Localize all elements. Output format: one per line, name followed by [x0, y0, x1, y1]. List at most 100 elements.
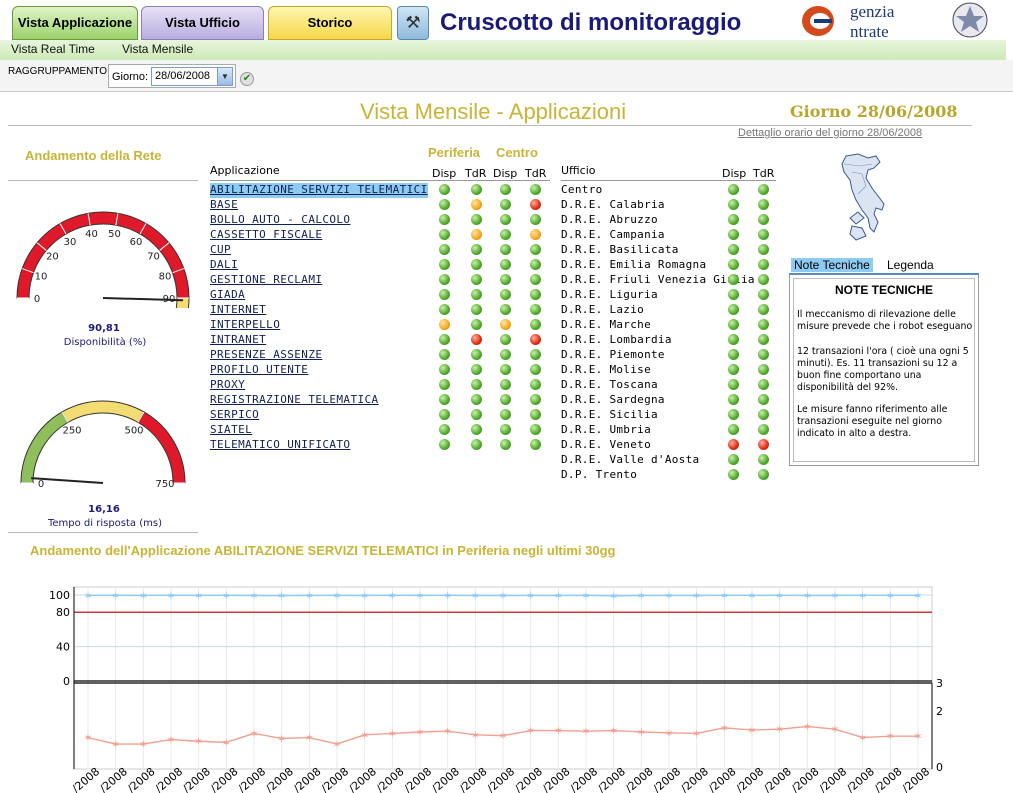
col-applicazione: Applicazione: [210, 164, 280, 177]
tab-note-tecniche[interactable]: Note Tecniche: [791, 258, 873, 272]
status-indicator: [758, 409, 769, 420]
application-link[interactable]: PROFILO UTENTE: [210, 363, 308, 378]
response-point: ✶: [775, 723, 784, 736]
application-link[interactable]: INTERNET: [210, 303, 266, 318]
status-indicator: [439, 394, 450, 405]
availability-point: ✶: [111, 589, 120, 602]
divider: [8, 532, 198, 533]
status-indicator: [758, 394, 769, 405]
response-point: ✶: [222, 736, 231, 749]
application-link[interactable]: INTERPELLO: [210, 318, 280, 333]
trend-chart: 0 40 80 100 ✶ ✶ ✶ ✶ ✶ ✶ ✶ ✶ ✶ ✶ ✶ ✶ ✶ ✶ ✶ ✶ ✶ ✶ ✶ ✶ ✶ ✶ ✶ ✶ ✶ ✶ ✶ ✶ ✶ ✶ ✶ 0…: [49, 586, 943, 793]
tab-vista-ufficio[interactable]: Vista Ufficio: [141, 6, 264, 40]
status-indicator: [439, 319, 450, 330]
application-link[interactable]: ABILITAZIONE SERVIZI TELEMATICI: [210, 183, 428, 198]
status-indicator: [728, 199, 739, 210]
application-link[interactable]: GIADA: [210, 288, 245, 303]
availability-point: ✶: [83, 589, 92, 602]
status-indicator: [471, 394, 482, 405]
availability-point: ✶: [830, 589, 839, 602]
application-link[interactable]: SIATEL: [210, 423, 252, 438]
availability-point: ✶: [526, 589, 535, 602]
status-indicator: [728, 319, 739, 330]
status-indicator: [471, 259, 482, 270]
status-indicator: [530, 349, 541, 360]
response-time-label: Tempo di risposta (ms): [47, 518, 162, 529]
status-indicator: [728, 424, 739, 435]
status-indicator: [530, 439, 541, 450]
status-indicator: [471, 244, 482, 255]
confirm-check-icon[interactable]: ✔: [240, 72, 254, 86]
status-indicator: [439, 214, 450, 225]
tools-button[interactable]: ⚒: [397, 6, 429, 40]
application-link[interactable]: CASSETTO FISCALE: [210, 228, 322, 243]
status-indicator: [471, 349, 482, 360]
application-link[interactable]: SERPICO: [210, 408, 259, 423]
subnav-mensile[interactable]: Vista Mensile: [122, 42, 193, 56]
col-tdr-ufficio: TdR: [753, 167, 775, 180]
application-link[interactable]: INTRANET: [210, 333, 266, 348]
gauge-tick-label: 50: [108, 229, 121, 240]
application-link[interactable]: BOLLO AUTO - CALCOLO: [210, 213, 350, 228]
status-indicator: [728, 454, 739, 465]
office-name: D.R.E. Basilicata: [561, 243, 679, 256]
application-link[interactable]: PRESENZE ASSENZE: [210, 348, 322, 363]
status-indicator: [439, 379, 450, 390]
status-indicator: [439, 184, 450, 195]
availability-point: ✶: [554, 590, 563, 603]
chevron-down-icon[interactable]: ▼: [217, 68, 232, 85]
status-indicator: [728, 184, 739, 195]
status-indicator: [439, 274, 450, 285]
col-disp-periferia: Disp: [432, 167, 457, 180]
application-link[interactable]: GESTIONE RECLAMI: [210, 273, 322, 288]
availability-point: ✶: [166, 589, 175, 602]
response-point: ✶: [830, 723, 839, 736]
tab-storico[interactable]: Storico: [268, 6, 392, 40]
status-indicator: [530, 244, 541, 255]
status-indicator: [728, 274, 739, 285]
application-link[interactable]: DALI: [210, 258, 238, 273]
gauge-band: [16, 211, 190, 299]
status-indicator: [500, 274, 511, 285]
divider: [561, 180, 776, 181]
response-point: ✶: [609, 725, 618, 738]
status-indicator: [728, 379, 739, 390]
status-indicator: [471, 274, 482, 285]
application-link[interactable]: TELEMATICO UNIFICATO: [210, 438, 350, 453]
status-indicator: [728, 244, 739, 255]
app-title: Cruscotto di monitoraggio: [440, 9, 742, 36]
day-title: Giorno 28/06/2008: [790, 102, 958, 121]
response-point: ✶: [388, 727, 397, 740]
response-point: ✶: [249, 727, 258, 740]
status-indicator: [439, 349, 450, 360]
tab-vista-applicazione[interactable]: Vista Applicazione: [12, 6, 138, 40]
status-indicator: [758, 199, 769, 210]
gauge-tick-label: 60: [130, 237, 143, 248]
application-link[interactable]: REGISTRAZIONE TELEMATICA: [210, 393, 379, 408]
status-indicator: [758, 304, 769, 315]
col-disp-ufficio: Disp: [722, 167, 747, 180]
application-link[interactable]: PROXY: [210, 378, 245, 393]
availability-point: ✶: [415, 589, 424, 602]
status-indicator: [500, 304, 511, 315]
application-link[interactable]: CUP: [210, 243, 231, 258]
status-indicator: [500, 214, 511, 225]
notes-paragraph-3: Le misure fanno riferimento alle transaz…: [797, 404, 948, 439]
status-indicator: [728, 289, 739, 300]
status-indicator: [758, 424, 769, 435]
gauge-tick-label: 500: [124, 425, 143, 436]
status-indicator: [530, 334, 541, 345]
availability-point: ✶: [858, 589, 867, 602]
application-link[interactable]: BASE: [210, 198, 238, 213]
availability-point: ✶: [277, 590, 286, 603]
gauge-tick-label: 250: [62, 425, 81, 436]
y2-tick-label: 2: [936, 705, 943, 718]
detail-hourly-link[interactable]: Dettaglio orario del giorno 28/06/2008: [738, 127, 922, 139]
status-indicator: [530, 319, 541, 330]
date-select[interactable]: 28/06/2008 ▼: [151, 67, 233, 86]
tab-legenda[interactable]: Legenda: [887, 258, 934, 272]
status-indicator: [758, 184, 769, 195]
subnav-real-time[interactable]: Vista Real Time: [11, 42, 95, 56]
response-point: ✶: [139, 738, 148, 751]
status-indicator: [758, 364, 769, 375]
